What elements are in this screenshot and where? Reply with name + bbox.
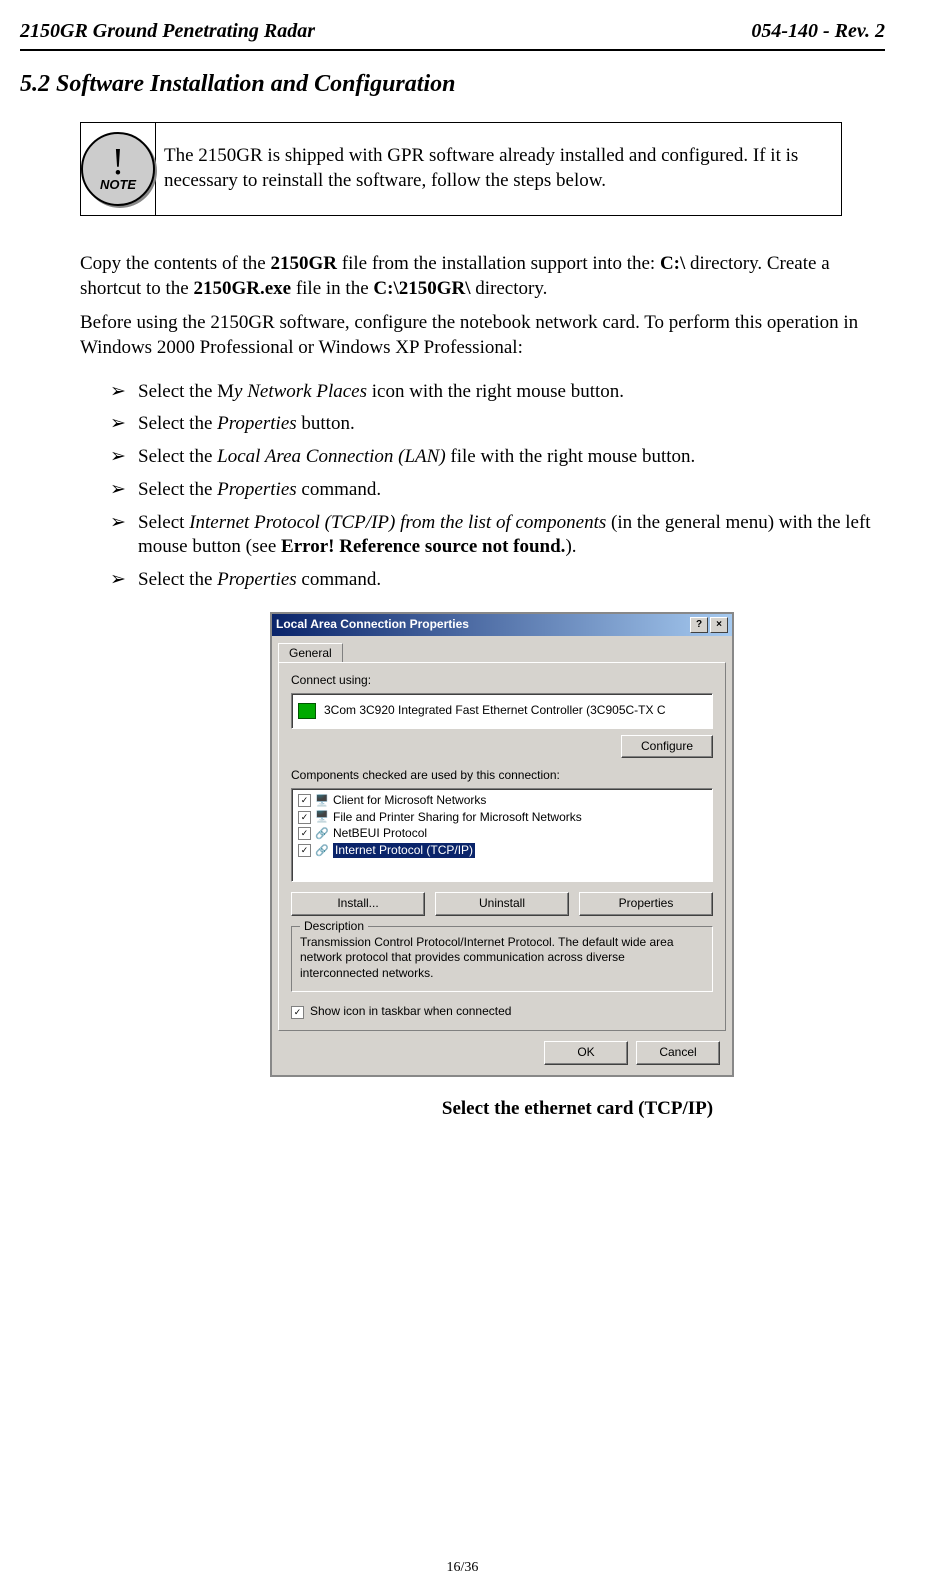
text: ). (565, 536, 576, 557)
checkbox-icon[interactable]: ✓ (298, 794, 311, 807)
protocol-icon: 🔗 (315, 827, 329, 841)
text-italic: y Network Places (234, 381, 367, 402)
text: directory. (471, 278, 548, 299)
text: icon with the right mouse button. (367, 381, 624, 402)
text: Select the M (138, 381, 234, 402)
close-button[interactable]: × (710, 617, 728, 633)
list-item[interactable]: ✓ 🔗 Internet Protocol (TCP/IP) (298, 843, 706, 860)
list-item[interactable]: ✓ 🖥️ Client for Microsoft Networks (298, 793, 706, 810)
nic-name: 3Com 3C920 Integrated Fast Ethernet Cont… (324, 703, 666, 719)
text-italic: Properties (217, 479, 297, 500)
text: command. (297, 479, 381, 500)
list-item: Select the My Network Places icon with t… (110, 380, 885, 405)
figure-caption: Select the ethernet card (TCP/IP) (270, 1097, 885, 1122)
note-icon-cell: ! NOTE (81, 123, 156, 215)
text: Select the (138, 413, 217, 434)
description-text: Transmission Control Protocol/Internet P… (300, 935, 704, 982)
text: Select the (138, 479, 217, 500)
description-legend: Description (300, 919, 368, 935)
list-item: Select the Properties command. (110, 568, 885, 593)
list-item[interactable]: ✓ 🖥️ File and Printer Sharing for Micros… (298, 810, 706, 827)
text-bold: 2150GR (271, 253, 338, 274)
text-bold: C:\2150GR\ (373, 278, 470, 299)
nic-icon (298, 703, 316, 719)
text: file from the installation support into … (337, 253, 660, 274)
instruction-list: Select the My Network Places icon with t… (110, 380, 885, 593)
properties-button[interactable]: Properties (579, 892, 713, 916)
configure-button[interactable]: Configure (621, 735, 713, 759)
help-button[interactable]: ? (690, 617, 708, 633)
note-callout: ! NOTE The 2150GR is shipped with GPR so… (80, 122, 842, 216)
component-label: NetBEUI Protocol (333, 826, 427, 842)
page-number: 16/36 (0, 1560, 925, 1576)
text-italic: Local Area Connection (LAN) (217, 446, 446, 467)
client-icon: 🖥️ (315, 794, 329, 808)
note-label: NOTE (100, 177, 136, 192)
list-item: Select the Properties button. (110, 412, 885, 437)
lan-properties-dialog: Local Area Connection Properties ? × Gen… (270, 612, 734, 1077)
text-italic: Properties (217, 569, 297, 590)
checkbox-icon[interactable]: ✓ (298, 827, 311, 840)
component-label: Client for Microsoft Networks (333, 793, 486, 809)
sharing-icon: 🖥️ (315, 810, 329, 824)
components-label: Components checked are used by this conn… (291, 768, 713, 784)
connect-using-label: Connect using: (291, 673, 713, 689)
text: Copy the contents of the (80, 253, 271, 274)
nic-field: 3Com 3C920 Integrated Fast Ethernet Cont… (291, 693, 713, 729)
note-text: The 2150GR is shipped with GPR software … (156, 140, 841, 197)
doc-title-right: 054-140 - Rev. 2 (751, 20, 885, 43)
text: Select the (138, 446, 217, 467)
dialog-titlebar[interactable]: Local Area Connection Properties ? × (272, 614, 732, 636)
uninstall-button[interactable]: Uninstall (435, 892, 569, 916)
list-item: Select the Local Area Connection (LAN) f… (110, 445, 885, 470)
component-label-selected: Internet Protocol (TCP/IP) (333, 843, 475, 859)
doc-title-left: 2150GR Ground Penetrating Radar (20, 20, 315, 43)
show-icon-checkbox[interactable]: ✓ (291, 1006, 304, 1019)
list-item[interactable]: ✓ 🔗 NetBEUI Protocol (298, 826, 706, 843)
text-italic: Properties (217, 413, 297, 434)
cancel-button[interactable]: Cancel (636, 1041, 720, 1065)
text: file in the (291, 278, 373, 299)
list-item: Select the Properties command. (110, 478, 885, 503)
paragraph-configure: Before using the 2150GR software, config… (80, 311, 885, 360)
text-bold: C:\ (660, 253, 685, 274)
text-bold: 2150GR.exe (193, 278, 291, 299)
ok-button[interactable]: OK (544, 1041, 628, 1065)
header-rule (20, 49, 885, 51)
tab-general[interactable]: General (278, 643, 343, 664)
install-button[interactable]: Install... (291, 892, 425, 916)
section-heading: 5.2 Software Installation and Configurat… (20, 71, 885, 98)
text: command. (297, 569, 381, 590)
list-item: Select Internet Protocol (TCP/IP) from t… (110, 511, 885, 560)
component-label: File and Printer Sharing for Microsoft N… (333, 810, 582, 826)
text: Select (138, 512, 189, 533)
text: button. (297, 413, 355, 434)
dialog-title: Local Area Connection Properties (276, 617, 469, 633)
exclamation-icon: ! (112, 147, 125, 177)
text-italic: Internet Protocol (TCP/IP) from the list… (189, 512, 606, 533)
show-icon-label: Show icon in taskbar when connected (310, 1004, 511, 1020)
checkbox-icon[interactable]: ✓ (298, 844, 311, 857)
component-list[interactable]: ✓ 🖥️ Client for Microsoft Networks ✓ 🖥️ … (291, 788, 713, 882)
note-icon: ! NOTE (81, 132, 155, 206)
text-bold: Error! Reference source not found. (281, 536, 565, 557)
paragraph-copy: Copy the contents of the 2150GR file fro… (80, 252, 885, 301)
description-fieldset: Description Transmission Control Protoco… (291, 926, 713, 993)
protocol-icon: 🔗 (315, 844, 329, 858)
text: Select the (138, 569, 217, 590)
checkbox-icon[interactable]: ✓ (298, 811, 311, 824)
text: file with the right mouse button. (446, 446, 696, 467)
